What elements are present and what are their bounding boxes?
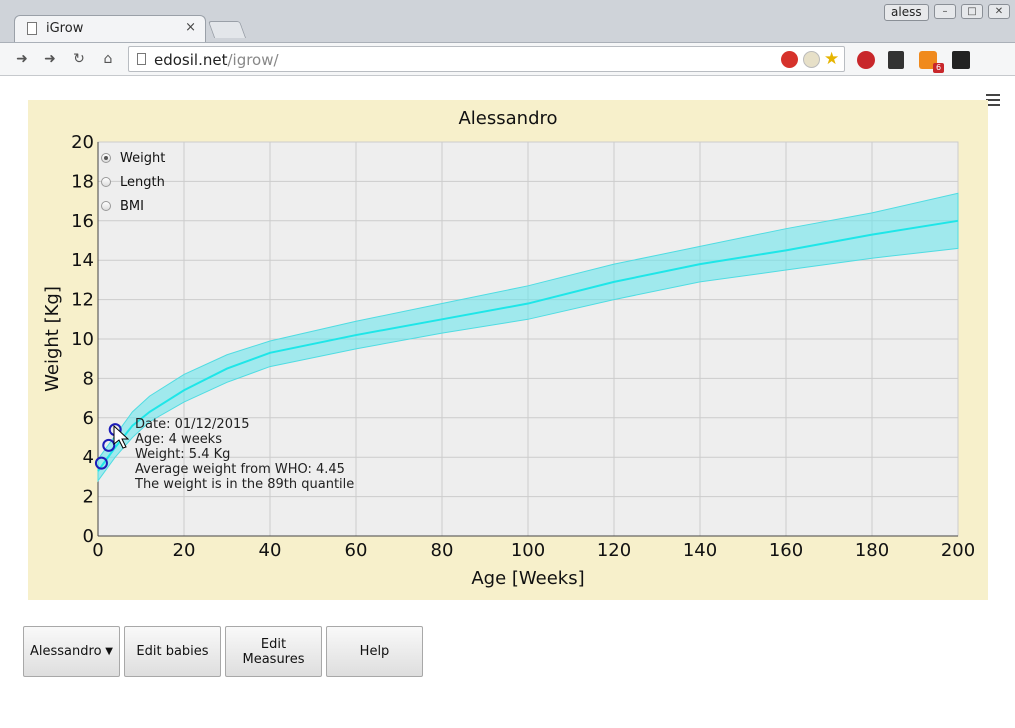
extension-book-icon[interactable] (888, 51, 904, 69)
point-tooltip: Date: 01/12/2015 Age: 4 weeks Weight: 5.… (135, 417, 354, 492)
x-tick-label: 140 (683, 540, 717, 561)
y-tick-label: 4 (83, 447, 94, 468)
y-tick-label: 16 (71, 211, 94, 232)
edit-babies-button[interactable]: Edit babies (124, 626, 221, 677)
forward-arrow-icon[interactable]: ➜ (40, 49, 60, 69)
radio-length-label: Length (120, 174, 165, 190)
browser-titlebar: iGrow × aless – □ ✕ (0, 0, 1015, 43)
tooltip-quantile: The weight is in the 89th quantile (135, 477, 355, 492)
radio-weight-button[interactable] (101, 153, 111, 163)
radio-weight[interactable]: Weight (101, 146, 165, 170)
y-tick-label: 6 (83, 408, 94, 429)
tab-title: iGrow (46, 21, 84, 36)
x-tick-label: 180 (855, 540, 889, 561)
address-bar[interactable]: edosil.net/igrow/ ★ (128, 46, 845, 72)
edit-measures-line1: Edit (260, 636, 287, 652)
tooltip-date: Date: 01/12/2015 (135, 417, 250, 432)
tab-close-icon[interactable]: × (185, 20, 196, 35)
feed-count-badge: 6 (933, 63, 944, 73)
measure-radio-group: Weight Length BMI (101, 146, 165, 218)
new-tab-button[interactable] (207, 21, 247, 38)
back-arrow-icon[interactable]: ➜ (12, 49, 32, 69)
x-tick-label: 40 (259, 540, 282, 561)
extension-red-icon[interactable] (781, 51, 798, 68)
x-tick-label: 200 (941, 540, 975, 561)
radio-bmi-label: BMI (120, 198, 144, 214)
growth-chart-panel: 0 20 40 60 80 100 120 140 160 180 200 0 2 4 6 8 10 12 14 16… (28, 100, 988, 600)
radio-weight-label: Weight (120, 150, 166, 166)
chevron-down-icon: ▼ (105, 646, 113, 657)
close-window-icon[interactable]: ✕ (988, 4, 1010, 19)
x-axis-label: Age [Weeks] (471, 568, 584, 589)
x-tick-label: 20 (173, 540, 196, 561)
y-tick-label: 20 (71, 132, 94, 153)
baby-select[interactable]: Alessandro ▼ (23, 626, 120, 677)
edit-measures-line2: Measures (242, 651, 305, 667)
x-tick-label: 60 (345, 540, 368, 561)
browser-toolbar: ➜ ➜ ↻ ⌂ edosil.net/igrow/ ★ (0, 43, 1015, 106)
url-text: edosil.net/igrow/ (154, 51, 279, 69)
tab-igrow[interactable]: iGrow × (14, 15, 206, 42)
reload-icon[interactable]: ↻ (69, 49, 89, 69)
radio-bmi-button[interactable] (101, 201, 111, 211)
menu-hamburger-icon[interactable] (986, 94, 1000, 108)
y-tick-label: 12 (71, 290, 94, 311)
tooltip-weight: Weight: 5.4 Kg (135, 447, 231, 462)
help-button[interactable]: Help (326, 626, 423, 677)
x-tick-label: 100 (511, 540, 545, 561)
growth-chart: 0 20 40 60 80 100 120 140 160 180 2000246810121416… (42, 132, 975, 589)
y-tick-label: 10 (71, 329, 94, 350)
page-icon (137, 53, 146, 65)
extension-glasses-icon[interactable] (952, 51, 970, 69)
radio-length-button[interactable] (101, 177, 111, 187)
bookmark-star-icon[interactable]: ★ (824, 51, 841, 68)
y-tick-label: 2 (83, 487, 94, 508)
x-tick-label: 80 (431, 540, 454, 561)
home-icon[interactable]: ⌂ (98, 49, 118, 69)
tooltip-age: Age: 4 weeks (135, 432, 222, 447)
maximize-icon[interactable]: □ (961, 4, 983, 19)
tooltip-average: Average weight from WHO: 4.45 (135, 462, 345, 477)
y-tick-label: 8 (83, 368, 94, 389)
y-axis-label: Weight [Kg] (42, 286, 63, 392)
radio-length[interactable]: Length (101, 170, 165, 194)
y-tick-label: 0 (83, 526, 94, 547)
edit-measures-button[interactable]: Edit Measures (225, 626, 322, 677)
y-tick-label: 18 (71, 171, 94, 192)
extension-hand-icon[interactable] (803, 51, 820, 68)
radio-bmi[interactable]: BMI (101, 194, 165, 218)
chart-title: Alessandro (458, 108, 558, 129)
minimize-icon[interactable]: – (934, 4, 956, 19)
adblock-stop-icon[interactable] (857, 51, 875, 69)
x-tick-label: 160 (769, 540, 803, 561)
baby-select-value: Alessandro (30, 644, 102, 659)
x-tick-label: 120 (597, 540, 631, 561)
page-favicon-icon (27, 22, 37, 35)
y-tick-label: 14 (71, 250, 94, 271)
user-profile-badge[interactable]: aless (884, 4, 929, 21)
